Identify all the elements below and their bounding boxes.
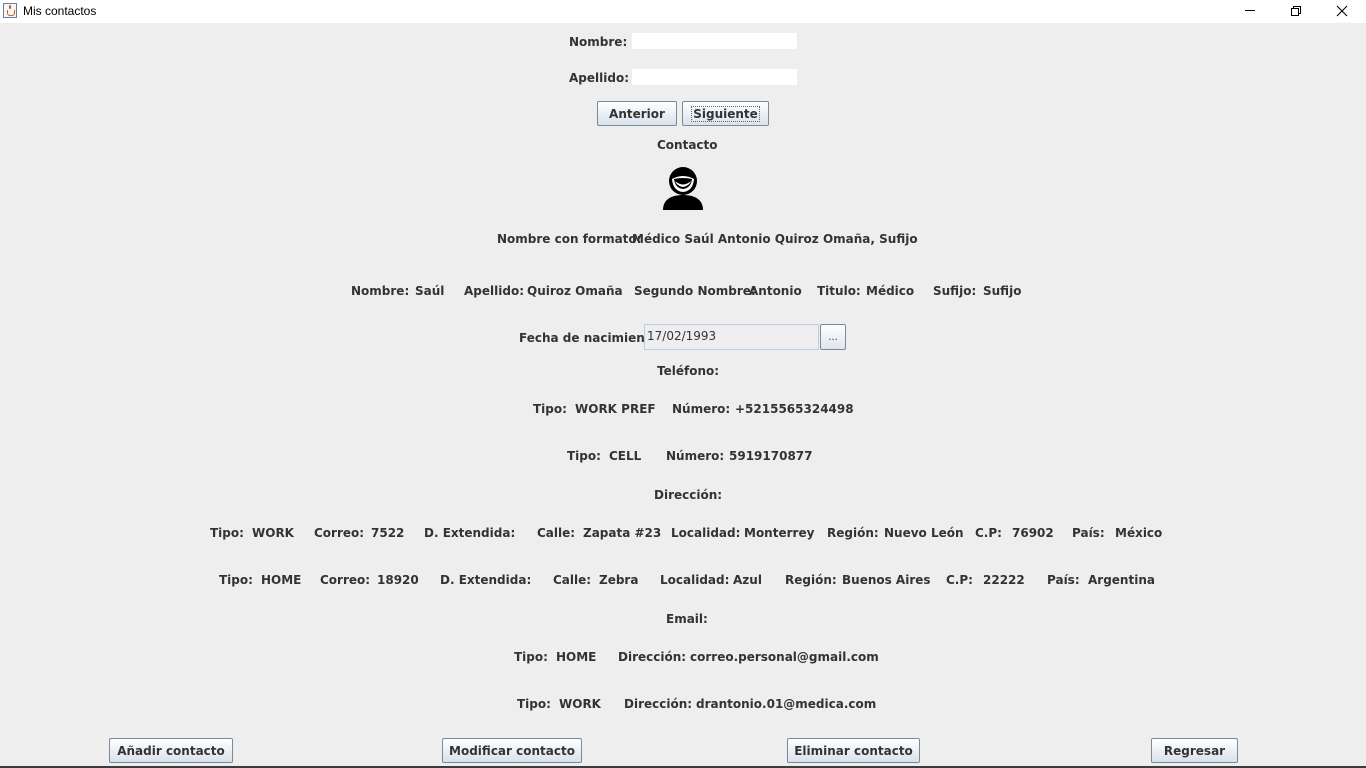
address-header: Dirección: (654, 488, 723, 502)
address-region-value: Nuevo León (884, 526, 964, 540)
email-address-label: Dirección: (624, 697, 693, 711)
email-type-label: Tipo: (517, 697, 551, 711)
previous-button[interactable]: Anterior (597, 101, 677, 126)
address-street-value: Zebra (599, 573, 639, 587)
nombre-search-input[interactable] (632, 33, 797, 49)
middle-name-value: Antonio (749, 284, 802, 298)
restore-icon (1291, 6, 1301, 16)
next-button[interactable]: Siguiente (682, 101, 769, 126)
email-address-label: Dirección: (618, 650, 687, 664)
name-value: Saúl (415, 284, 445, 298)
phone-type-value: CELL (609, 449, 642, 463)
add-contact-button[interactable]: Añadir contacto (109, 738, 233, 763)
formatted-name-label: Nombre con formato: (497, 232, 642, 246)
address-city-value: Monterrey (744, 526, 815, 540)
email-type-value: WORK (559, 697, 601, 711)
address-type-value: HOME (261, 573, 302, 587)
address-mail-label: Correo: (314, 526, 365, 540)
phone-number-label: Número: (666, 449, 725, 463)
email-address-value: correo.personal@gmail.com (690, 650, 879, 664)
delete-contact-button[interactable]: Eliminar contacto (787, 738, 920, 763)
close-icon (1336, 5, 1348, 17)
phone-number-label: Número: (672, 402, 731, 416)
address-city-label: Localidad: (660, 573, 730, 587)
address-region-value: Buenos Aires (842, 573, 931, 587)
minimize-icon (1245, 10, 1255, 11)
title-bar: Mis contactos (0, 0, 1366, 23)
address-mail-label: Correo: (320, 573, 371, 587)
minimize-button[interactable] (1227, 0, 1273, 23)
suffix-label: Sufijo: (933, 284, 977, 298)
address-zip-label: C.P: (946, 573, 973, 587)
java-cup-icon (3, 3, 17, 18)
title-value: Médico (866, 284, 915, 298)
address-city-value: Azul (733, 573, 762, 587)
phone-number-value: 5919170877 (729, 449, 813, 463)
address-country-value: Argentina (1088, 573, 1155, 587)
address-type-label: Tipo: (219, 573, 253, 587)
phone-type-label: Tipo: (567, 449, 601, 463)
surname-label: Apellido: (464, 284, 524, 298)
back-button[interactable]: Regresar (1151, 738, 1238, 763)
phone-type-value: WORK PREF (575, 402, 656, 416)
address-region-label: Región: (827, 526, 879, 540)
restore-button[interactable] (1273, 0, 1319, 23)
name-label: Nombre: (351, 284, 410, 298)
email-type-label: Tipo: (514, 650, 548, 664)
address-country-label: País: (1047, 573, 1080, 587)
middle-name-label: Segundo Nombre: (634, 284, 756, 298)
window-title: Mis contactos (23, 4, 97, 18)
address-country-label: País: (1072, 526, 1105, 540)
address-country-value: México (1115, 526, 1163, 540)
phone-type-label: Tipo: (533, 402, 567, 416)
modify-contact-button[interactable]: Modificar contacto (442, 738, 582, 763)
address-mail-value: 7522 (371, 526, 405, 540)
email-header: Email: (666, 612, 708, 626)
apellido-search-label: Apellido: (569, 71, 629, 85)
person-avatar-icon (663, 167, 703, 210)
title-label: Titulo: (817, 284, 861, 298)
address-zip-value: 76902 (1012, 526, 1054, 540)
address-street-value: Zapata #23 (583, 526, 662, 540)
birthdate-field[interactable]: 17/02/1993 (644, 324, 819, 350)
birthdate-label: Fecha de nacimiento: (519, 331, 664, 345)
close-button[interactable] (1319, 0, 1365, 23)
address-city-label: Localidad: (671, 526, 741, 540)
phone-number-value: +5215565324498 (735, 402, 854, 416)
contact-header: Contacto (657, 138, 718, 152)
nombre-search-label: Nombre: (569, 35, 628, 49)
address-extended-label: D. Extendida: (424, 526, 516, 540)
surname-value: Quiroz Omaña (527, 284, 623, 298)
address-zip-value: 22222 (983, 573, 1025, 587)
address-extended-label: D. Extendida: (440, 573, 532, 587)
address-type-label: Tipo: (210, 526, 244, 540)
address-mail-value: 18920 (377, 573, 419, 587)
suffix-value: Sufijo (983, 284, 1022, 298)
email-address-value: drantonio.01@medica.com (696, 697, 877, 711)
address-type-value: WORK (252, 526, 294, 540)
email-type-value: HOME (556, 650, 597, 664)
address-region-label: Región: (785, 573, 837, 587)
address-zip-label: C.P: (975, 526, 1002, 540)
address-street-label: Calle: (537, 526, 576, 540)
formatted-name-value: Médico Saúl Antonio Quiroz Omaña, Sufijo (632, 232, 918, 246)
next-button-label: Siguiente (691, 105, 760, 122)
phone-header: Teléfono: (657, 364, 720, 378)
apellido-search-input[interactable] (632, 69, 797, 85)
address-street-label: Calle: (553, 573, 592, 587)
date-picker-button[interactable]: ... (820, 324, 846, 350)
